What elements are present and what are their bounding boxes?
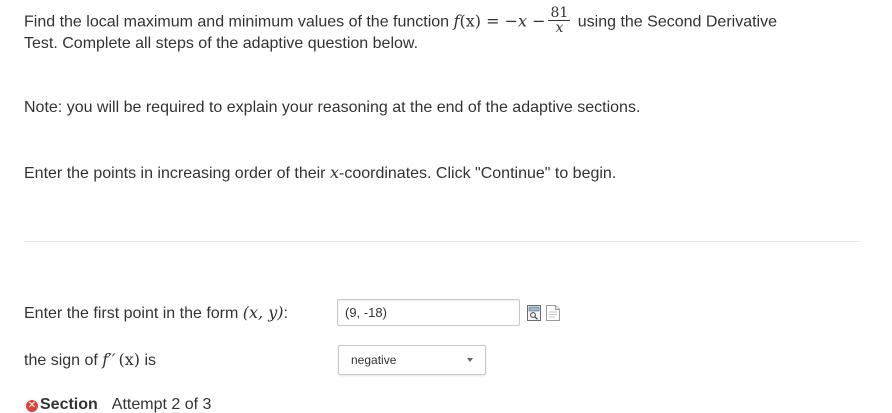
x-circle-icon: ✕ [26, 400, 38, 412]
question-intro-text-2: using the Second Derivative [577, 13, 777, 31]
order-variable: x [329, 163, 339, 182]
note-text: Note: you will be required to explain yo… [24, 99, 641, 116]
attempt-counter: Attempt 2 of 3 [111, 396, 212, 413]
order-instruction-suffix: -coordinates. Click "Continue" to begin. [338, 165, 617, 182]
help-document-icon[interactable] [546, 305, 560, 321]
sign-label-suffix: is [144, 352, 156, 369]
chevron-down-icon [467, 358, 473, 362]
sign-label: the sign of f′′ (x) is [24, 350, 156, 371]
second-derivative-f: f′′ [102, 350, 116, 369]
question-intro-line1: Find the local maximum and minimum value… [24, 5, 777, 37]
sign-label-text: the sign of [24, 352, 98, 369]
section-status: ✕ Section Attempt 2 of 3 [26, 395, 211, 413]
sign-select-value: negative [351, 353, 397, 367]
sign-select[interactable]: negative [338, 345, 486, 375]
order-instruction: Enter the points in increasing order of … [24, 163, 616, 184]
question-intro-line2: Test. Complete all steps of the adaptive… [24, 35, 419, 52]
preview-icon[interactable] [527, 305, 541, 321]
first-point-label-text: Enter the first point in the form [24, 305, 239, 322]
equals-sign: = [486, 11, 500, 31]
function-expression: f(x) = −x − [454, 12, 546, 31]
fraction: 81 x [548, 5, 571, 35]
question-intro-text: Find the local maximum and minimum value… [24, 13, 450, 31]
function-arg: (x) [459, 11, 481, 31]
section-divider [24, 241, 860, 242]
question-page: Find the local maximum and minimum value… [0, 0, 892, 413]
second-derivative: f′′ (x) [102, 350, 140, 369]
second-derivative-arg: (x) [118, 350, 140, 369]
first-point-input[interactable]: (9, -18) [337, 299, 520, 326]
section-title: Section [40, 396, 98, 413]
order-instruction-prefix: Enter the points in increasing order of … [24, 165, 326, 182]
function-rhs: −x − [504, 11, 546, 31]
fraction-denominator: x [548, 20, 571, 35]
first-point-form: (x, y) [242, 303, 284, 322]
first-point-colon: : [283, 305, 288, 322]
fraction-numerator: 81 [550, 5, 569, 21]
first-point-label: Enter the first point in the form (x, y)… [24, 303, 288, 324]
